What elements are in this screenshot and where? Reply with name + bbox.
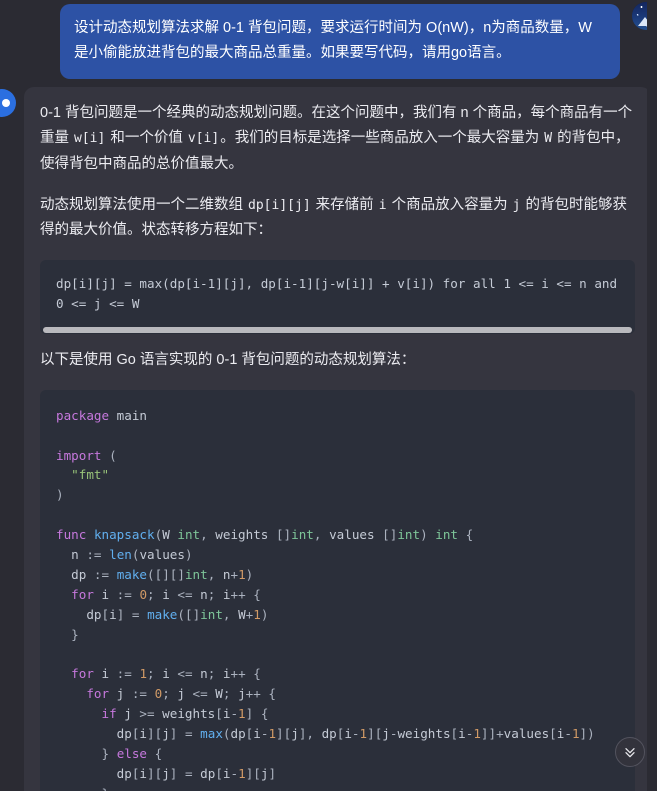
paragraph-2-text-3: 个商品放入容量为 [387, 196, 512, 213]
inline-code-capital-w: W [544, 131, 553, 147]
formula-code-horizontal-scrollbar[interactable] [40, 327, 635, 335]
paragraph-1-text-3: 。我们的目标是选择一些商品放入一个最大容量为 [220, 130, 544, 147]
avatar-mountain-shape-secondary [646, 20, 657, 27]
formula-code-block: dp[i][j] = max(dp[i-1][j], dp[i-1][j-w[i… [40, 259, 635, 335]
user-avatar[interactable] [632, 2, 657, 30]
scroll-to-bottom-button[interactable] [615, 737, 645, 767]
inline-code-dp-i-j: dp[i][j] [248, 197, 311, 213]
paragraph-2-text-1: 动态规划算法使用一个二维数组 [40, 196, 248, 213]
conversation-thread: 设计动态规划算法求解 0-1 背包问题，要求运行时间为 O(nW)，n为商品数量… [0, 0, 657, 791]
message-row-user: 设计动态规划算法求解 0-1 背包问题，要求运行时间为 O(nW)，n为商品数量… [0, 2, 657, 79]
message-row-assistant: 0-1 背包问题是一个经典的动态规划问题。在这个问题中，我们有 n 个商品，每个… [0, 79, 657, 791]
inline-code-w-i: w[i] [74, 131, 106, 147]
assistant-paragraph-2: 动态规划算法使用一个二维数组 dp[i][j] 来存储前 i 个商品放入容量为 … [40, 193, 635, 244]
assistant-paragraph-3: 以下是使用 Go 语言实现的 0-1 背包问题的动态规划算法： [40, 352, 416, 369]
inline-code-i: i [378, 197, 387, 213]
inline-code-j: j [512, 197, 521, 213]
formula-code-text: dp[i][j] = max(dp[i-1][j], dp[i-1][j-w[i… [56, 275, 618, 311]
assistant-avatar-dot-icon [1, 98, 10, 107]
double-chevron-down-icon [625, 748, 635, 758]
go-code-block: package main import ( "fmt" ) func knaps… [40, 389, 635, 791]
user-message-bubble: 设计动态规划算法求解 0-1 背包问题，要求运行时间为 O(nW)，n为商品数量… [60, 4, 620, 79]
assistant-avatar[interactable] [0, 88, 16, 117]
inline-code-v-i: v[i] [187, 131, 220, 147]
assistant-message-bubble: 0-1 背包问题是一个经典的动态规划问题。在这个问题中，我们有 n 个商品，每个… [24, 86, 651, 791]
paragraph-2-text-2: 来存储前 [311, 196, 378, 213]
go-code-text: package main import ( "fmt" ) func knaps… [56, 407, 595, 791]
paragraph-1-text-2: 和一个价值 [106, 130, 187, 147]
scrollbar-thumb[interactable] [43, 327, 632, 334]
assistant-paragraph-1: 0-1 背包问题是一个经典的动态规划问题。在这个问题中，我们有 n 个商品，每个… [40, 101, 635, 177]
